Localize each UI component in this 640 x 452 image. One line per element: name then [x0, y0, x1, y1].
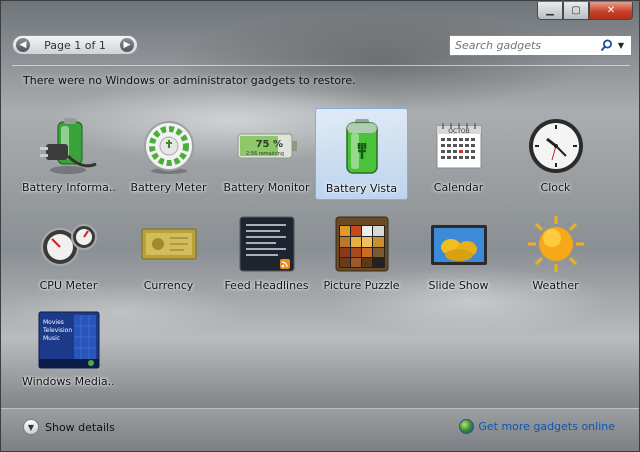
battery-vista-icon	[330, 117, 394, 177]
slide-show-icon	[427, 214, 491, 274]
gadget-battery-meter[interactable]: Battery Meter	[122, 108, 215, 200]
chevron-right-icon[interactable]: ▶	[119, 38, 134, 52]
gadget-label: Battery Meter	[130, 181, 207, 194]
gadget-picture-puzzle[interactable]: Picture Puzzle	[315, 206, 408, 298]
media-line-movies: Movies	[43, 319, 64, 326]
gadget-battery-information[interactable]: Battery Informa...	[22, 108, 115, 200]
restore-message: There were no Windows or administrator g…	[23, 74, 356, 87]
battery-information-icon	[37, 116, 101, 176]
gadget-label: Weather	[532, 279, 579, 292]
search-dropdown-icon[interactable]: ▼	[614, 38, 628, 54]
battery-remaining-text: 2:56 remaining	[245, 151, 283, 157]
gadget-clock[interactable]: Clock	[509, 108, 602, 200]
maximize-button[interactable]: ▢	[563, 2, 589, 20]
media-line-television: Television	[42, 327, 72, 334]
battery-monitor-icon: 75 % 2:56 remaining	[235, 116, 299, 176]
search-icon[interactable]	[598, 38, 614, 54]
maximize-icon: ▢	[571, 5, 581, 16]
windows-media-center-icon: Movies Television Music	[37, 310, 101, 370]
gadget-label: Currency	[143, 279, 194, 292]
search-box: ▼	[449, 35, 632, 56]
weather-icon	[524, 214, 588, 274]
globe-icon	[459, 419, 475, 434]
minimize-icon: ▁	[546, 5, 554, 16]
close-button[interactable]: ✕	[589, 2, 633, 20]
gadget-label: Battery Monitor	[223, 181, 310, 194]
gadget-currency[interactable]: Currency	[122, 206, 215, 298]
gadget-feed-headlines[interactable]: Feed Headlines	[220, 206, 313, 298]
gadget-label: Slide Show	[428, 279, 489, 292]
get-more-gadgets-link[interactable]: Get more gadgets online	[459, 419, 615, 434]
search-input[interactable]	[450, 39, 598, 52]
show-details-button[interactable]: ▼ Show details	[23, 419, 115, 435]
gadget-battery-vista[interactable]: Battery Vista	[315, 108, 408, 200]
picture-puzzle-icon	[330, 214, 394, 274]
show-details-label: Show details	[45, 420, 115, 434]
gadget-label: Calendar	[433, 181, 484, 194]
gadget-slide-show[interactable]: Slide Show	[412, 206, 505, 298]
gadget-label: Clock	[540, 181, 571, 194]
window-caption-buttons: ▁ ▢ ✕	[537, 2, 633, 20]
cpu-meter-icon	[37, 214, 101, 274]
battery-percent-text: 75 %	[255, 139, 282, 150]
minimize-button[interactable]: ▁	[537, 2, 563, 20]
battery-meter-icon	[137, 116, 201, 176]
calendar-month-text: OCTOB	[448, 128, 469, 135]
gadget-gallery: There were no Windows or administrator g…	[12, 65, 630, 405]
currency-icon	[137, 214, 201, 274]
media-line-music: Music	[43, 335, 60, 342]
close-icon: ✕	[606, 5, 616, 16]
gadget-label: CPU Meter	[39, 279, 98, 292]
gadget-label: Feed Headlines	[224, 279, 309, 292]
chevron-left-icon[interactable]: ◀	[16, 38, 30, 52]
gadget-label: Windows Media...	[22, 375, 115, 388]
get-more-gadgets-label: Get more gadgets online	[478, 420, 615, 433]
gadget-weather[interactable]: Weather	[509, 206, 602, 298]
footer-bar: ▼ Show details Get more gadgets online	[1, 408, 639, 451]
gadget-calendar[interactable]: OCTOB Calendar	[412, 108, 505, 200]
page-indicator: Page 1 of 1	[44, 38, 106, 52]
gadget-label: Picture Puzzle	[323, 279, 400, 292]
calendar-icon: OCTOB	[427, 116, 491, 176]
pager: ◀ Page 1 of 1 ▶	[12, 35, 138, 55]
clock-icon	[524, 116, 588, 176]
chevron-down-icon: ▼	[23, 419, 39, 435]
gadget-battery-monitor[interactable]: 75 % 2:56 remaining Battery Monitor	[220, 108, 313, 200]
gadget-windows-media-center[interactable]: Movies Television Music Windows Media...	[22, 302, 115, 394]
gadget-label: Battery Informa...	[22, 181, 115, 194]
gadgets-window: ▁ ▢ ✕ ◀ Page 1 of 1 ▶ ▼ There were no Wi…	[0, 0, 640, 452]
gadget-label: Battery Vista	[325, 182, 398, 195]
gadget-cpu-meter[interactable]: CPU Meter	[22, 206, 115, 298]
feed-headlines-icon	[235, 214, 299, 274]
